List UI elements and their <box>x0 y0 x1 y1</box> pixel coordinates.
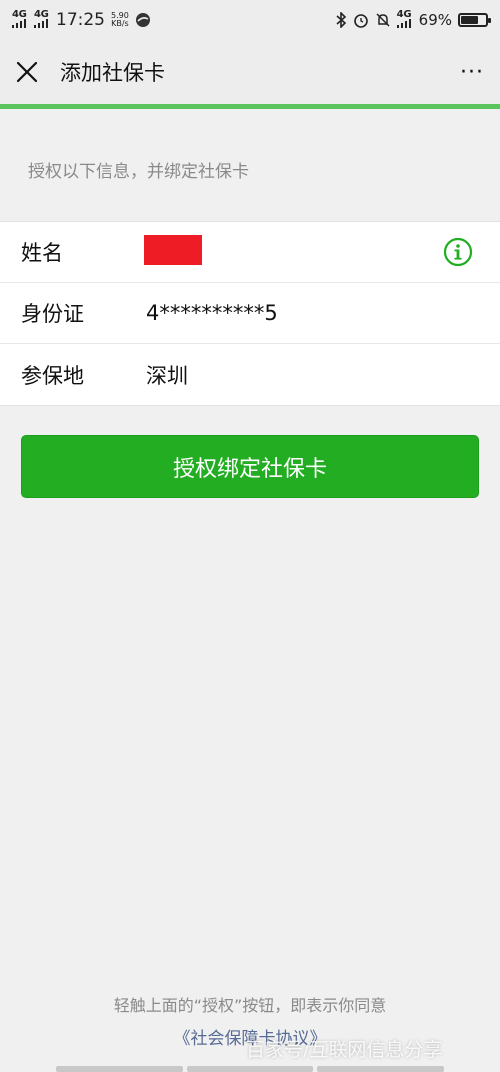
status-left: 4G 4G 17:25 5.90 KB/s <box>12 10 151 30</box>
authorization-info-list: 姓名 身份证 4**********5 参保地 深圳 <box>0 221 500 406</box>
close-icon <box>16 61 38 83</box>
bottom-tab-indicator <box>56 1066 445 1072</box>
insured-location-value: 深圳 <box>146 363 188 388</box>
network-speed: 5.90 KB/s <box>111 11 129 28</box>
agreement-notice: 轻触上面的“授权”按钮，即表示你同意 <box>113 996 387 1015</box>
page-load-progress <box>0 104 500 109</box>
battery-icon <box>458 13 491 27</box>
authorize-bind-button[interactable]: 授权绑定社保卡 <box>21 435 479 498</box>
info-circle-icon <box>443 237 473 267</box>
alarm-icon <box>353 14 368 28</box>
authorization-hint: 授权以下信息，并绑定社保卡 <box>28 162 249 182</box>
status-bar: 4G 4G 17:25 5.90 KB/s 4G 69% <box>0 0 500 40</box>
progress-fill <box>0 104 500 109</box>
info-row-name: 姓名 <box>0 222 500 283</box>
network-indicator-1: 4G <box>12 10 28 30</box>
id-card-label: 身份证 <box>21 302 84 326</box>
watermark: 百家号/互联网信息分享 <box>246 1039 443 1061</box>
bottom-indicator-segment <box>317 1066 445 1072</box>
network-indicator-3: 4G <box>396 10 413 30</box>
id-card-value: 4**********5 <box>146 301 278 325</box>
info-row-id-card: 身份证 4**********5 <box>0 283 500 344</box>
name-label: 姓名 <box>21 241 63 265</box>
battery-level-fill <box>461 16 478 24</box>
insured-location-label: 参保地 <box>21 363 84 388</box>
info-row-insured-location: 参保地 深圳 <box>0 344 500 405</box>
app-notification-icon <box>135 13 150 27</box>
signal-icon <box>12 19 26 28</box>
info-icon[interactable] <box>443 237 473 271</box>
signal-icon <box>396 19 411 28</box>
bottom-indicator-segment <box>56 1066 183 1072</box>
mute-bell-icon <box>376 13 390 27</box>
bluetooth-icon <box>336 12 346 28</box>
top-nav-bar: 添加社保卡 ··· <box>0 40 500 104</box>
close-button[interactable] <box>16 61 38 83</box>
bottom-indicator-segment <box>186 1066 314 1072</box>
network-indicator-2: 4G <box>34 10 50 30</box>
status-right: 4G 69% <box>335 10 491 30</box>
battery-percent: 69% <box>418 11 452 29</box>
clock-time: 17:25 <box>56 10 105 30</box>
more-options-button[interactable]: ··· <box>460 60 484 85</box>
signal-icon <box>34 19 48 28</box>
page-title: 添加社保卡 <box>60 61 165 85</box>
name-redaction <box>144 235 202 265</box>
